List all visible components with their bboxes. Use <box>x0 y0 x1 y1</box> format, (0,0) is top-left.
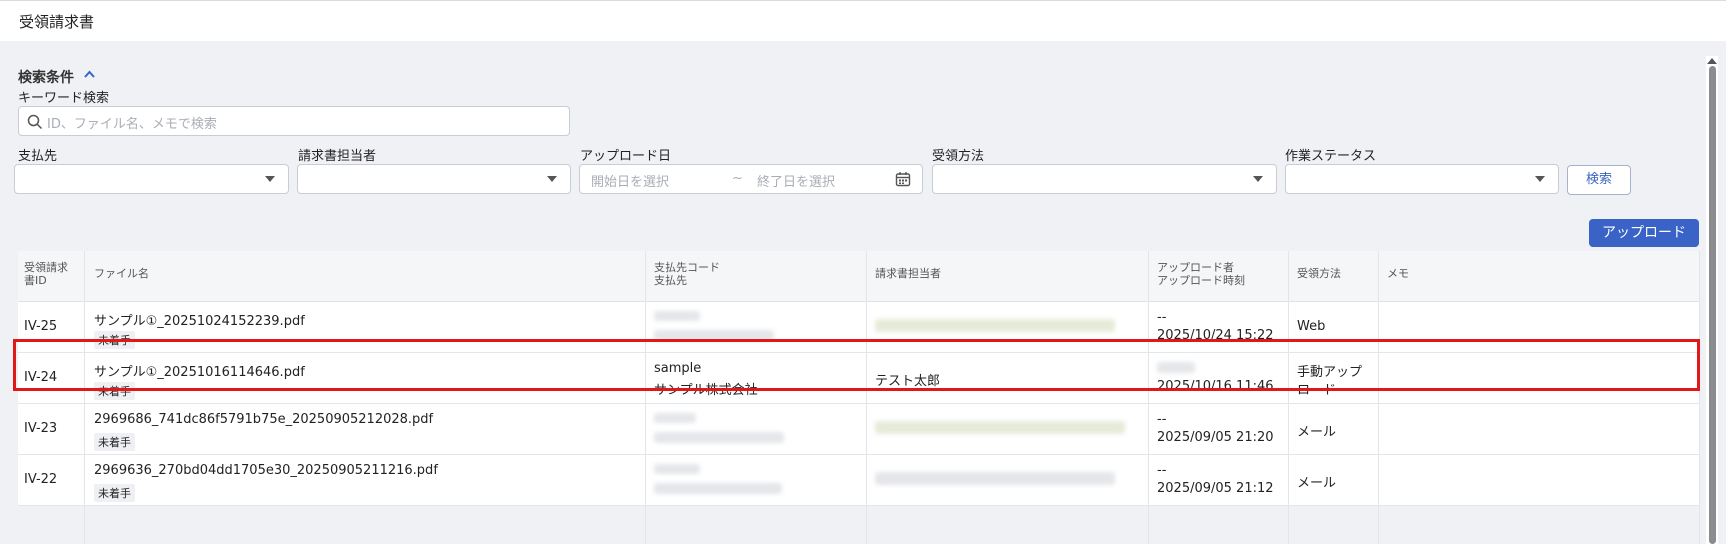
status-badge: 未着手 <box>94 382 135 400</box>
page-header: 受領請求書 <box>0 0 1726 41</box>
upload-button[interactable]: アップロード <box>1589 219 1699 247</box>
caret-down-icon <box>265 176 275 182</box>
row-uploader: -- <box>1157 463 1167 478</box>
search-button[interactable]: 検索 <box>1567 165 1631 195</box>
col-header-uploader[interactable]: アップロード者 アップロード時刻 <box>1157 261 1245 287</box>
row-filename[interactable]: サンプル①_20251024152239.pdf <box>94 310 305 329</box>
work-status-label: 作業ステータス <box>1285 149 1377 164</box>
redacted-assignee <box>875 319 1115 332</box>
row-method-line1: 手動アップ <box>1297 365 1363 380</box>
redacted-payee-name <box>654 432 784 443</box>
keyword-label: キーワード検索 <box>18 91 110 106</box>
assignee-label: 請求書担当者 <box>298 149 377 164</box>
caret-down-icon <box>1253 176 1263 182</box>
row-filename[interactable]: 2969636_270bd04dd1705e30_20250905211216.… <box>94 463 438 478</box>
row-uploader: -- <box>1157 310 1167 325</box>
main-content: 検索条件 キーワード検索 ID、ファイル名、メモで検索 支払先 請求書担当者 ア… <box>0 41 1726 544</box>
row-method: Web <box>1297 319 1326 334</box>
column-divider <box>645 251 646 544</box>
scroll-up-arrow-icon[interactable] <box>1707 58 1717 64</box>
column-divider <box>1699 251 1700 544</box>
column-divider <box>866 251 867 544</box>
row-uploaded-at: 2025/09/05 21:12 <box>1157 481 1274 496</box>
row-uploaded-at: 2025/10/24 15:22 <box>1157 328 1274 343</box>
row-uploader: -- <box>1157 412 1167 427</box>
calendar-icon[interactable] <box>895 171 911 187</box>
row-uploaded-at: 2025/09/05 21:20 <box>1157 430 1274 445</box>
work-status-select[interactable] <box>1285 164 1559 194</box>
redacted-assignee <box>875 472 1115 485</box>
row-id: IV-24 <box>24 370 58 385</box>
row-payee-code: sample <box>654 361 702 376</box>
column-divider <box>1148 251 1149 544</box>
row-payee-name: サンプル株式会社 <box>654 383 758 398</box>
receipt-method-label: 受領方法 <box>932 149 985 164</box>
redacted-assignee <box>875 421 1125 434</box>
column-divider <box>84 251 85 544</box>
chevron-up-icon[interactable] <box>84 70 95 78</box>
range-separator: ~ <box>732 171 743 186</box>
row-uploaded-at: 2025/10/16 11:46 <box>1157 379 1274 394</box>
row-id: IV-22 <box>24 472 58 487</box>
status-badge: 未着手 <box>94 484 135 502</box>
col-header-memo[interactable]: メモ <box>1387 267 1409 280</box>
scrollbar-thumb[interactable] <box>1709 66 1716 544</box>
upload-date-label: アップロード日 <box>580 149 672 164</box>
column-divider <box>1378 251 1379 544</box>
column-divider <box>1288 251 1289 544</box>
end-date-placeholder: 終了日を選択 <box>757 175 836 190</box>
table-row[interactable]: IV-24 サンプル①_20251016114646.pdf 未着手 sampl… <box>18 353 1700 404</box>
caret-down-icon <box>547 176 557 182</box>
row-id: IV-23 <box>24 421 58 436</box>
table-header: 受領請求 書ID ファイル名 支払先コード 支払先 請求書担当者 アップロード者… <box>18 251 1700 302</box>
redacted-uploader <box>1157 362 1195 373</box>
col-header-payee[interactable]: 支払先コード 支払先 <box>654 261 720 287</box>
table-row[interactable]: IV-22 2969636_270bd04dd1705e30_202509052… <box>18 455 1700 506</box>
keyword-placeholder: ID、ファイル名、メモで検索 <box>47 117 217 132</box>
redacted-payee-name <box>654 483 782 494</box>
redacted-payee-code <box>654 413 696 423</box>
row-method: メール <box>1297 425 1337 440</box>
assignee-select[interactable] <box>297 164 571 194</box>
search-icon <box>27 114 43 130</box>
keyword-search-input[interactable]: ID、ファイル名、メモで検索 <box>18 106 570 136</box>
redacted-payee-code <box>654 464 700 474</box>
upload-date-range[interactable]: 開始日を選択 ~ 終了日を選択 <box>579 164 923 194</box>
start-date-placeholder: 開始日を選択 <box>591 175 670 190</box>
caret-down-icon <box>1535 176 1545 182</box>
col-header-assignee[interactable]: 請求書担当者 <box>875 267 941 280</box>
page-title: 受領請求書 <box>19 13 95 31</box>
status-badge: 未着手 <box>94 433 135 451</box>
table-row[interactable]: IV-23 2969686_741dc86f5791b75e_202509052… <box>18 404 1700 455</box>
payee-label: 支払先 <box>18 149 58 164</box>
col-header-method[interactable]: 受領方法 <box>1297 267 1341 280</box>
table-row[interactable]: IV-25 サンプル①_20251024152239.pdf 未着手 -- 20… <box>18 302 1700 353</box>
receipt-method-select[interactable] <box>932 164 1277 194</box>
redacted-payee-code <box>654 311 700 321</box>
row-method: メール <box>1297 476 1337 491</box>
status-badge: 未着手 <box>94 331 135 349</box>
row-method-line2: ロード <box>1297 383 1337 398</box>
row-assignee: テスト太郎 <box>875 374 941 389</box>
col-header-filename[interactable]: ファイル名 <box>94 267 149 280</box>
col-header-id[interactable]: 受領請求 書ID <box>24 261 68 287</box>
search-section-title[interactable]: 検索条件 <box>18 67 74 87</box>
row-id: IV-25 <box>24 319 58 334</box>
redacted-payee-name <box>654 330 774 341</box>
payee-select[interactable] <box>14 164 289 194</box>
row-filename[interactable]: 2969686_741dc86f5791b75e_20250905212028.… <box>94 412 433 427</box>
invoice-table: 受領請求 書ID ファイル名 支払先コード 支払先 請求書担当者 アップロード者… <box>18 251 1700 544</box>
row-filename[interactable]: サンプル①_20251016114646.pdf <box>94 361 305 380</box>
